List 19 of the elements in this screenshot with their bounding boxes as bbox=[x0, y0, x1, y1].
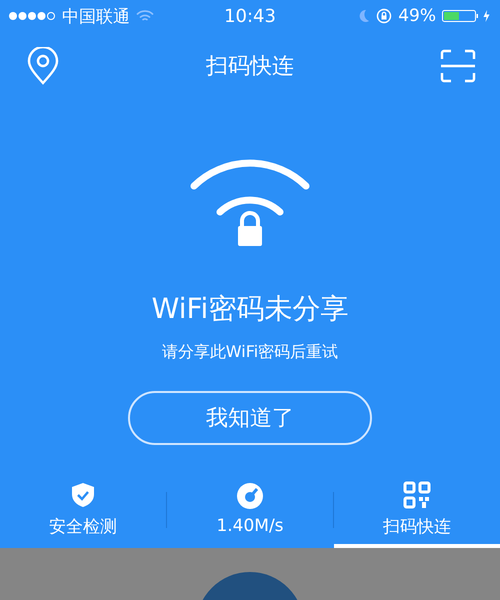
status-time: 10:43 bbox=[224, 6, 276, 26]
qr-code-icon bbox=[403, 480, 431, 508]
rotation-lock-icon bbox=[376, 8, 392, 24]
signal-icon bbox=[8, 11, 56, 21]
shield-check-icon bbox=[69, 480, 97, 508]
wifi-icon bbox=[136, 10, 154, 22]
scan-icon[interactable] bbox=[440, 49, 476, 83]
tab[interactable]: 1.40M/s bbox=[167, 470, 333, 548]
header-title: 扫码快连 bbox=[206, 53, 294, 81]
got-it-button[interactable]: 我知道了 bbox=[128, 391, 372, 445]
tab[interactable]: 安全检测 bbox=[0, 470, 166, 548]
gauge-icon bbox=[236, 482, 264, 510]
battery-charging-icon bbox=[442, 9, 492, 23]
message-title: WiFi密码未分享 bbox=[152, 291, 348, 327]
location-pin-icon[interactable] bbox=[26, 47, 60, 85]
battery-percent: 49% bbox=[398, 6, 436, 26]
moon-icon bbox=[358, 9, 370, 23]
message-subtitle: 请分享此WiFi密码后重试 bbox=[162, 342, 338, 363]
carrier-name: 中国联通 bbox=[62, 6, 130, 28]
